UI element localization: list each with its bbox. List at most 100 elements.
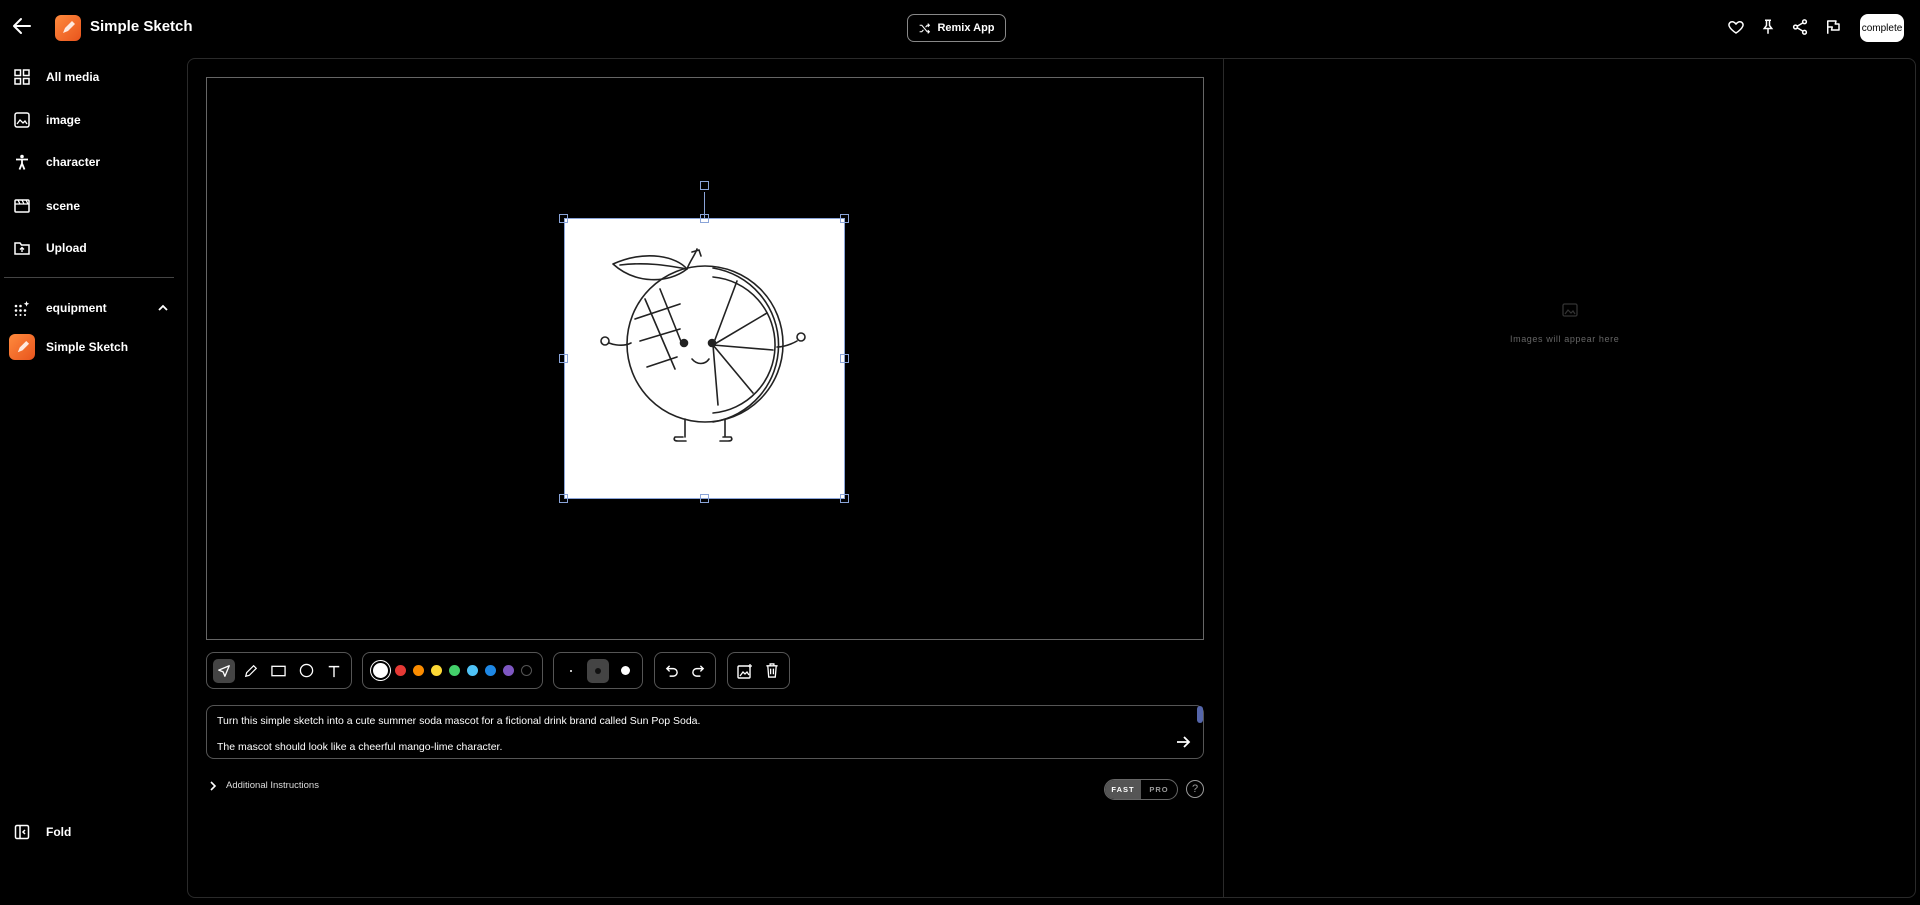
image-placeholder-icon <box>1562 303 1578 317</box>
results-placeholder-text: Images will appear here <box>1510 334 1620 344</box>
mode-toggle: FAST PRO <box>1104 779 1178 800</box>
mode-pro-option[interactable]: PRO <box>1141 780 1177 799</box>
resize-handle-se[interactable] <box>840 494 849 503</box>
flag-icon[interactable] <box>1822 16 1844 38</box>
sidebar-item-label: image <box>46 113 81 127</box>
resize-handle-n[interactable] <box>700 214 709 223</box>
small-dot-icon <box>569 669 572 672</box>
sketch-image[interactable] <box>564 218 845 499</box>
resize-handle-e[interactable] <box>840 354 849 363</box>
circle-tool-button[interactable] <box>296 659 318 683</box>
large-dot-icon <box>620 666 630 675</box>
color-swatch-green[interactable] <box>449 665 460 676</box>
redo-button[interactable] <box>688 659 709 683</box>
person-icon <box>13 153 31 171</box>
text-tool-button[interactable] <box>323 659 345 683</box>
undo-icon <box>664 663 679 678</box>
color-swatch-yellow[interactable] <box>431 665 442 676</box>
drawing-tools-group <box>206 652 352 689</box>
brush-size-small[interactable] <box>560 659 581 683</box>
brush-size-large[interactable] <box>615 659 636 683</box>
remix-app-button[interactable]: Remix App <box>907 14 1006 42</box>
app-title: Simple Sketch <box>90 18 193 35</box>
arrow-right-icon <box>1175 734 1191 750</box>
panel-divider <box>1223 58 1224 898</box>
fold-panel-icon <box>13 823 31 841</box>
additional-instructions-toggle[interactable]: Additional Instructions <box>208 780 319 791</box>
rotate-handle[interactable] <box>700 181 709 190</box>
sidebar-item-simple-sketch[interactable]: Simple Sketch <box>0 330 185 364</box>
sidebar-item-label: Simple Sketch <box>46 340 129 354</box>
medium-dot-icon <box>594 667 601 674</box>
share-icon[interactable] <box>1789 16 1811 38</box>
sidebar-item-label: All media <box>46 70 100 84</box>
resize-handle-w[interactable] <box>559 354 568 363</box>
resize-handle-sw[interactable] <box>559 494 568 503</box>
chevron-up-icon[interactable] <box>157 302 169 314</box>
remix-app-label: Remix App <box>937 22 995 34</box>
complete-button[interactable]: complete <box>1860 14 1904 42</box>
sidebar-fold-button[interactable]: Fold <box>0 815 185 849</box>
heart-icon[interactable] <box>1725 16 1747 38</box>
add-image-icon <box>737 663 753 679</box>
text-t-icon <box>327 664 341 678</box>
rectangle-tool-button[interactable] <box>268 659 290 683</box>
sidebar-item-label: Fold <box>46 825 72 839</box>
back-arrow-icon[interactable] <box>10 14 34 38</box>
sidebar-item-scene[interactable]: scene <box>0 189 185 223</box>
add-image-button[interactable] <box>734 659 756 683</box>
delete-button[interactable] <box>762 659 784 683</box>
sidebar-section-equipment[interactable]: equipment <box>0 291 175 325</box>
folder-upload-icon <box>13 239 31 257</box>
sidebar-item-image[interactable]: image <box>0 103 185 137</box>
rectangle-icon <box>271 665 287 677</box>
color-swatch-purple[interactable] <box>503 665 514 676</box>
history-group <box>654 652 716 689</box>
grid-icon <box>13 68 31 86</box>
prompt-line-1: Turn this simple sketch into a cute summ… <box>217 715 701 727</box>
pencil-tool-button[interactable] <box>241 659 263 683</box>
prompt-scrollbar[interactable] <box>1197 706 1203 723</box>
help-icon[interactable]: ? <box>1186 780 1204 798</box>
color-swatch-blue[interactable] <box>485 665 496 676</box>
color-swatch-red[interactable] <box>395 665 406 676</box>
app-logo-icon <box>9 334 35 360</box>
app-logo-icon <box>55 15 81 41</box>
color-swatch-black[interactable] <box>521 665 532 676</box>
send-button[interactable] <box>1172 731 1194 753</box>
select-tool-button[interactable] <box>213 658 235 683</box>
sidebar-item-label: character <box>46 155 101 169</box>
resize-handle-nw[interactable] <box>559 214 568 223</box>
prompt-line-2: The mascot should look like a cheerful m… <box>217 741 503 753</box>
prompt-textarea[interactable]: Turn this simple sketch into a cute summ… <box>206 705 1204 759</box>
sparkle-grid-icon <box>13 299 31 317</box>
resize-handle-s[interactable] <box>700 494 709 503</box>
chevron-right-icon <box>208 780 218 791</box>
cursor-arrow-icon <box>217 664 231 678</box>
color-swatch-white[interactable] <box>373 663 388 678</box>
sidebar-item-upload[interactable]: Upload <box>0 231 185 265</box>
color-swatch-light-blue[interactable] <box>467 665 478 676</box>
sidebar-section-label: equipment <box>46 301 107 315</box>
trash-icon <box>765 663 779 678</box>
clapperboard-icon <box>13 197 31 215</box>
orange-mascot-drawing <box>600 248 806 442</box>
resize-handle-ne[interactable] <box>840 214 849 223</box>
circle-icon <box>299 663 314 678</box>
color-swatch-orange[interactable] <box>413 665 424 676</box>
sidebar-item-all-media[interactable]: All media <box>0 60 185 94</box>
undo-button[interactable] <box>661 659 682 683</box>
sidebar-item-label: scene <box>46 199 81 213</box>
redo-icon <box>691 663 706 678</box>
shuffle-icon <box>918 22 931 35</box>
sidebar-item-label: Upload <box>46 241 87 255</box>
mode-fast-option[interactable]: FAST <box>1105 780 1141 799</box>
image-icon <box>13 111 31 129</box>
image-actions-group <box>727 652 790 689</box>
sidebar-item-character[interactable]: character <box>0 145 185 179</box>
sidebar-divider <box>4 277 174 278</box>
additional-instructions-label: Additional Instructions <box>226 780 319 791</box>
brush-size-medium[interactable] <box>587 658 609 683</box>
pin-icon[interactable] <box>1757 16 1779 38</box>
color-palette-group <box>362 652 543 689</box>
